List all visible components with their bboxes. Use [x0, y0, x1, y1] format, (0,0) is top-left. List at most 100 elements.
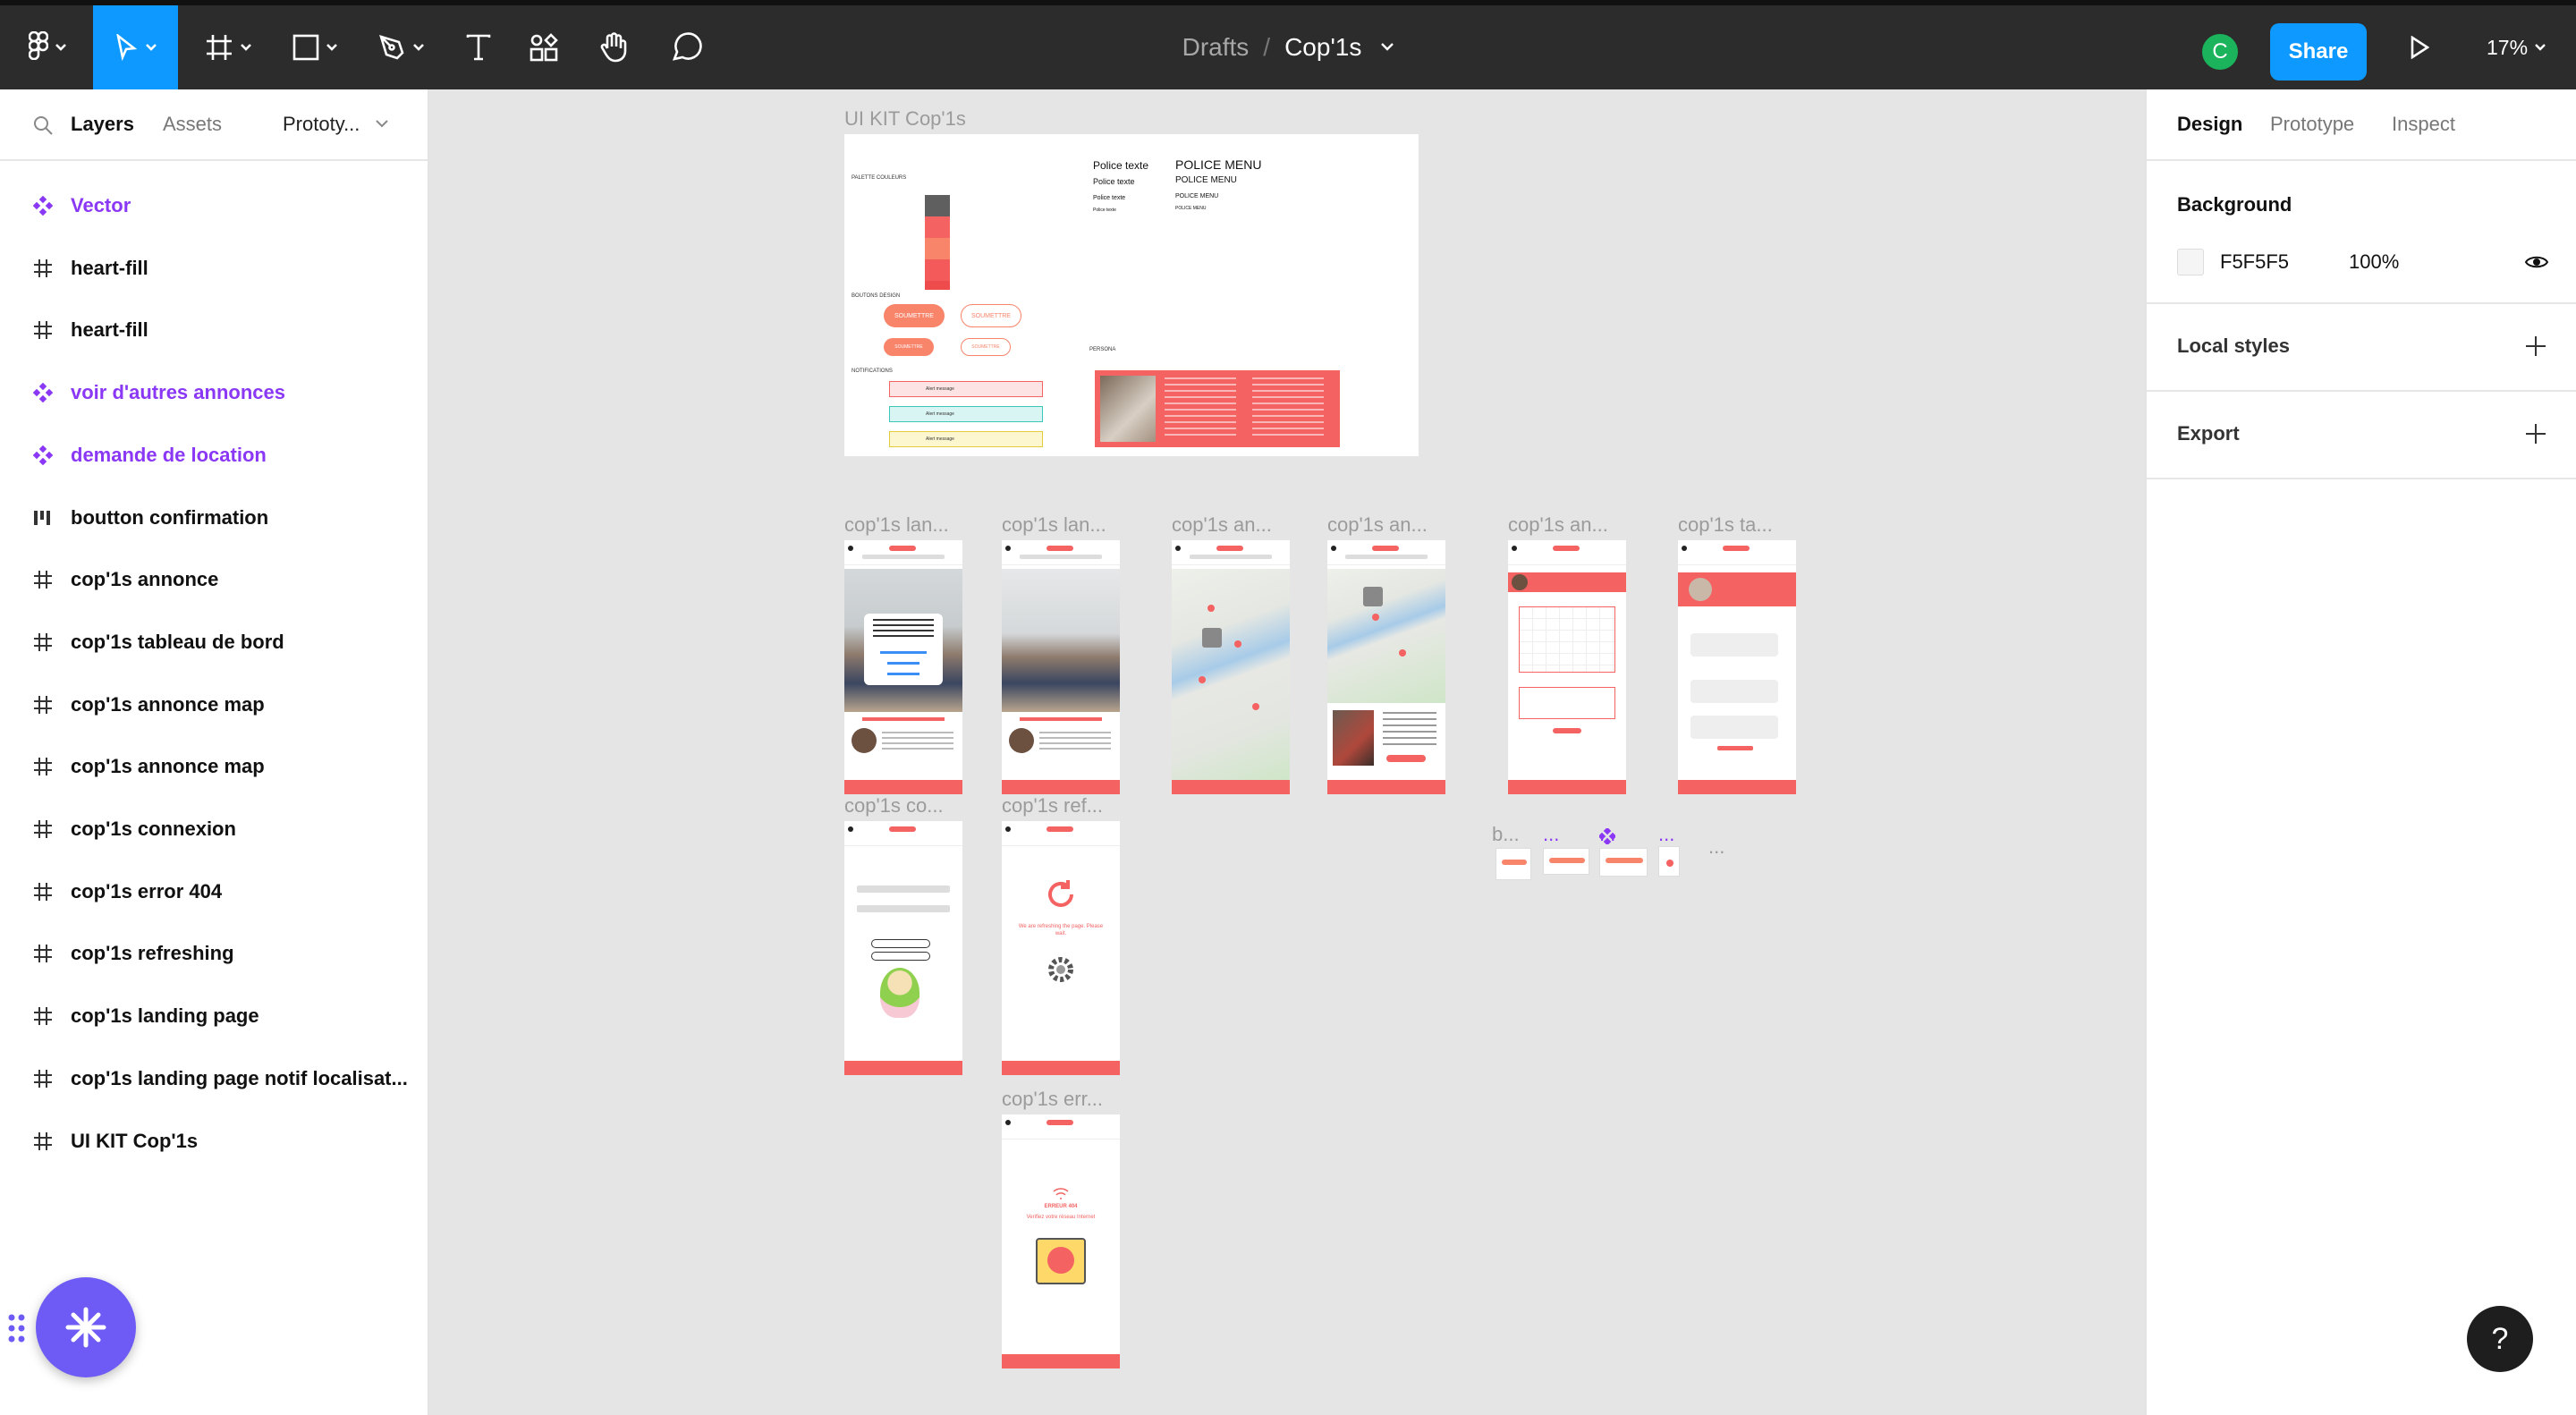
tab-layers[interactable]: Layers [71, 113, 134, 136]
layer-item[interactable]: cop'1s landing page notif localisat... [0, 1050, 428, 1107]
drag-handle-icon[interactable] [7, 1313, 27, 1343]
frame-landing-notif[interactable] [844, 540, 962, 794]
tab-prototype[interactable]: Prototype [2270, 113, 2354, 136]
layer-item[interactable]: demande de location [0, 427, 428, 484]
breadcrumb-drafts[interactable]: Drafts [1182, 33, 1250, 62]
tagline [1020, 717, 1102, 721]
plus-icon[interactable] [2524, 335, 2547, 358]
layer-item[interactable]: cop'1s error 404 [0, 863, 428, 920]
layer-item[interactable]: heart-fill [0, 301, 428, 359]
frame-tool-button[interactable] [192, 5, 264, 89]
apple-button [871, 952, 930, 961]
frame-label-b[interactable]: b... [1492, 823, 1520, 846]
layer-item[interactable]: voir d'autres annonces [0, 364, 428, 421]
layer-item[interactable]: cop'1s annonce [0, 551, 428, 608]
frame-icon [34, 1007, 52, 1026]
component-voir-annonces[interactable] [1599, 848, 1648, 877]
share-button[interactable]: Share [2270, 23, 2367, 80]
tab-assets[interactable]: Assets [163, 113, 222, 136]
layer-item[interactable]: cop'1s connexion [0, 801, 428, 858]
frame-ui-kit[interactable]: PALETTE COULEURS BOUTONS DESIGN SOUMETTR… [844, 134, 1419, 456]
component-layer-icon [32, 445, 54, 466]
zoom-menu[interactable]: 17% [2487, 5, 2546, 89]
component-label-dots[interactable]: ... [1708, 835, 1724, 859]
present-button[interactable] [2397, 5, 2442, 89]
frame-annonce[interactable] [1508, 540, 1626, 794]
properties-panel: Design Prototype Inspect Background F5F5… [2145, 89, 2576, 1415]
component-preview [1549, 858, 1585, 863]
notifications-label: NOTIFICATIONS [852, 369, 893, 374]
frame-label-annonce[interactable]: cop'1s an... [1508, 513, 1608, 537]
frame-label-ui-kit[interactable]: UI KIT Cop'1s [844, 107, 966, 131]
frame-icon [34, 1131, 52, 1150]
main-menu-button[interactable] [16, 5, 79, 89]
plus-icon[interactable] [2524, 422, 2547, 445]
tab-design[interactable]: Design [2177, 113, 2242, 136]
frame-refreshing[interactable]: We are refreshing the page. Please wait. [1002, 821, 1120, 1075]
frame-annonce-map-2[interactable] [1327, 540, 1445, 794]
layer-item[interactable]: boutton confirmation [0, 489, 428, 547]
move-tool-button[interactable] [93, 5, 178, 89]
text-tool-button[interactable] [452, 5, 505, 89]
layer-item[interactable]: Vector [0, 177, 428, 234]
logo-dot [1682, 546, 1687, 551]
background-swatch[interactable] [2177, 249, 2204, 275]
frame-landing[interactable] [1002, 540, 1120, 794]
canvas[interactable]: UI KIT Cop'1s PALETTE COULEURS BOUTONS D… [429, 89, 2145, 1415]
layer-item[interactable]: heart-fill [0, 240, 428, 297]
background-hex[interactable]: F5F5F5 [2220, 250, 2289, 274]
layer-item[interactable]: cop'1s annonce map [0, 738, 428, 795]
layer-item[interactable]: cop'1s refreshing [0, 925, 428, 982]
layer-item[interactable]: UI KIT Cop'1s [0, 1113, 428, 1170]
frame-connexion[interactable] [844, 821, 962, 1075]
frame-error-404[interactable]: ERREUR 404 Verifiez votre réseau Interne… [1002, 1114, 1120, 1368]
eye-icon[interactable] [2524, 254, 2549, 270]
text-tool-icon [466, 34, 491, 61]
error-code: ERREUR 404 [1044, 1204, 1078, 1209]
component-button-confirm[interactable] [1496, 848, 1531, 880]
layer-item[interactable]: cop'1s annonce map [0, 676, 428, 733]
hand-tool-button[interactable] [587, 5, 640, 89]
chevron-down-icon[interactable] [1381, 43, 1394, 52]
component-heart[interactable] [1658, 846, 1680, 877]
frame-label-tableau[interactable]: cop'1s ta... [1678, 513, 1773, 537]
file-name[interactable]: Cop'1s [1284, 33, 1361, 62]
comment-tool-button[interactable] [657, 5, 716, 89]
brand-logo [1046, 1120, 1073, 1125]
frame-label-landing[interactable]: cop'1s lan... [1002, 513, 1106, 537]
bottom-nav [1327, 780, 1445, 794]
frame-label-annonce-map-2[interactable]: cop'1s an... [1327, 513, 1428, 537]
frame-label-connexion[interactable]: cop'1s co... [844, 794, 944, 818]
frame-icon [34, 632, 52, 651]
brand-logo [1216, 546, 1243, 551]
frame-header [1678, 540, 1796, 565]
frame-annonce-map-1[interactable] [1172, 540, 1290, 794]
background-opacity[interactable]: 100% [2349, 250, 2399, 274]
component-demande-location[interactable] [1543, 848, 1589, 875]
plugin-launcher[interactable] [36, 1277, 136, 1377]
help-button[interactable]: ? [2467, 1306, 2533, 1372]
tab-inspect[interactable]: Inspect [2392, 113, 2455, 136]
resources-button[interactable] [517, 5, 571, 89]
component-label-dots[interactable]: ... [1658, 823, 1674, 846]
page-selector[interactable]: Prototy... [283, 113, 389, 136]
layer-label: cop'1s landing page notif localisat... [71, 1066, 408, 1089]
frame-label-landing-notif[interactable]: cop'1s lan... [844, 513, 949, 537]
frame-layer-icon [32, 1131, 54, 1152]
search-icon[interactable] [32, 114, 54, 136]
layer-item[interactable]: cop'1s landing page [0, 987, 428, 1045]
plugin-spark-icon [65, 1307, 106, 1348]
pen-tool-button[interactable] [365, 5, 436, 89]
avatar[interactable]: C [2200, 32, 2240, 72]
refresh-icon [1048, 880, 1073, 907]
hero-photo [844, 569, 962, 712]
frame-icon [34, 695, 52, 714]
frame-label-annonce-map-1[interactable]: cop'1s an... [1172, 513, 1272, 537]
shape-tool-button[interactable] [279, 5, 351, 89]
layer-item[interactable]: cop'1s tableau de bord [0, 614, 428, 671]
frame-label-error[interactable]: cop'1s err... [1002, 1088, 1103, 1111]
component-label-dots[interactable]: ... [1543, 823, 1559, 846]
frame-icon [34, 820, 52, 838]
frame-label-refresh[interactable]: cop'1s ref... [1002, 794, 1103, 818]
frame-tableau-de-bord[interactable] [1678, 540, 1796, 794]
